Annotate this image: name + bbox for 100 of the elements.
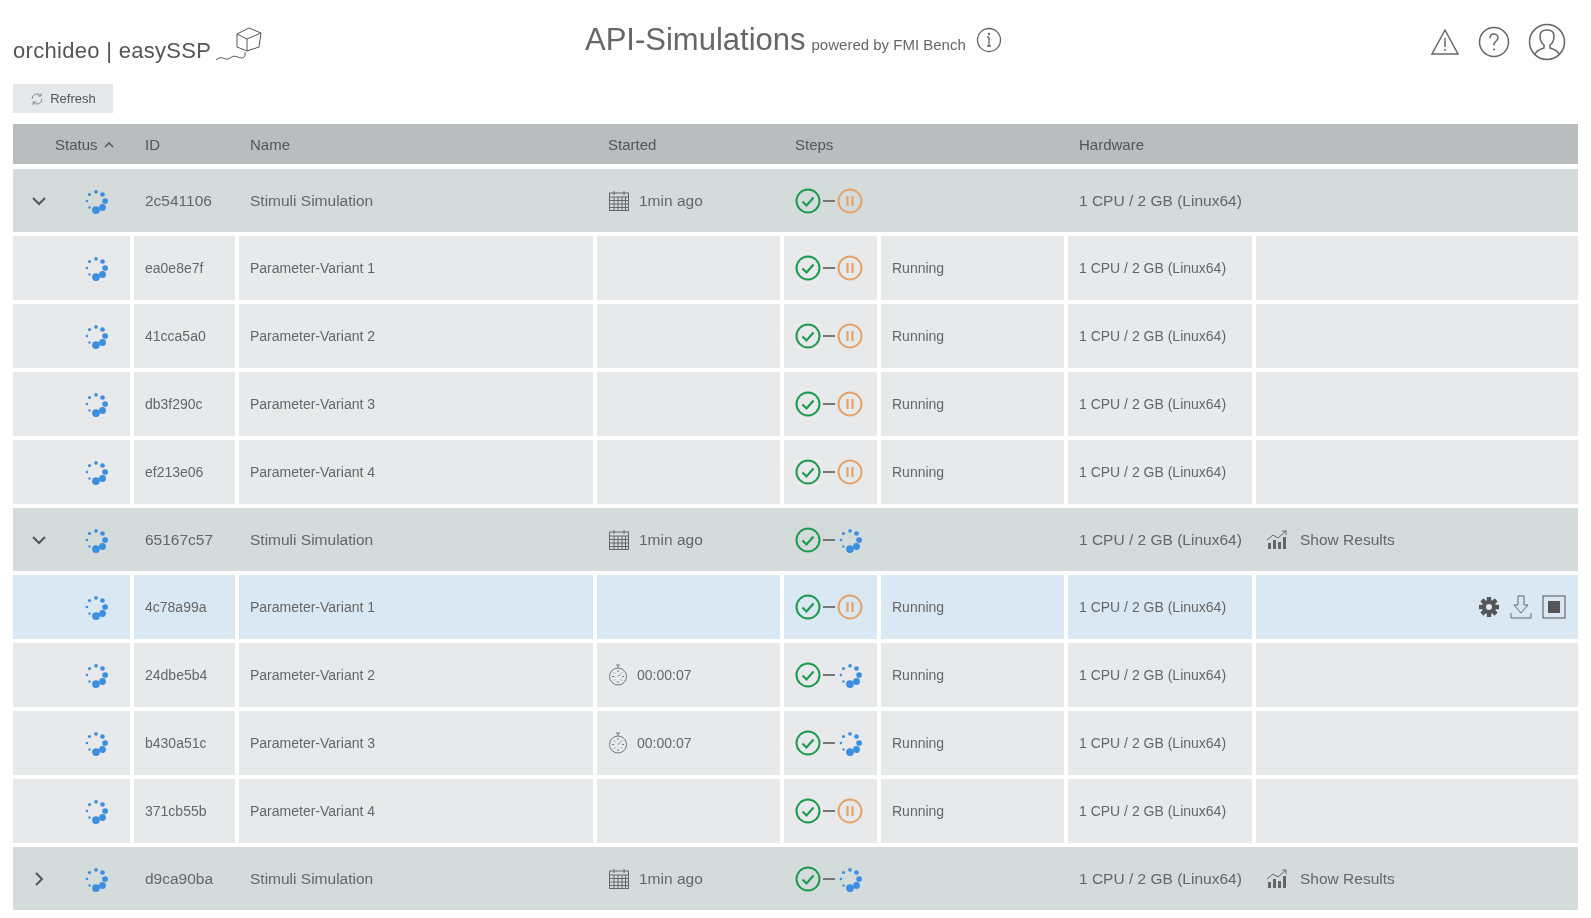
hardware-text: 1 CPU / 2 GB (Linux64) <box>1079 599 1227 615</box>
page-subtitle: powered by FMI Bench <box>811 36 966 53</box>
state-text: Running <box>892 328 945 344</box>
variant-id: 24dbe5b4 <box>145 667 208 683</box>
variant-name: Parameter-Variant 2 <box>250 667 375 683</box>
spinner-icon <box>83 526 109 553</box>
column-header[interactable]: Started <box>608 135 657 153</box>
column-header[interactable]: Name <box>250 135 290 153</box>
pause-circle-icon <box>837 594 863 620</box>
show-results-link[interactable]: Show Results <box>1266 529 1395 550</box>
check-circle-icon <box>795 323 821 349</box>
variant-name: Parameter-Variant 2 <box>250 328 375 344</box>
state-text: Running <box>892 735 945 751</box>
variant-id: ef213e06 <box>145 464 204 480</box>
refresh-button[interactable]: Refresh <box>13 84 113 113</box>
variant-name: Parameter-Variant 3 <box>250 396 375 412</box>
spinner-icon <box>83 594 109 620</box>
spinner-icon <box>83 662 109 688</box>
pause-circle-icon <box>837 187 863 214</box>
user-icon[interactable] <box>1528 23 1566 61</box>
stopwatch-icon <box>608 732 628 754</box>
check-circle-icon <box>795 594 821 620</box>
spinner-icon <box>83 391 109 417</box>
started-time: 1min ago <box>639 869 703 888</box>
calendar-icon <box>608 528 630 551</box>
hardware-text: 1 CPU / 2 GB (Linux64) <box>1079 464 1227 480</box>
variant-id: 371cb55b <box>145 803 207 819</box>
check-circle-icon <box>795 255 821 281</box>
elapsed-time: 00:00:07 <box>637 667 692 683</box>
state-text: Running <box>892 396 945 412</box>
warning-icon[interactable] <box>1430 28 1460 56</box>
pause-circle-icon <box>837 391 863 417</box>
state-text: Running <box>892 667 945 683</box>
hardware-text: 1 CPU / 2 GB (Linux64) <box>1079 667 1227 683</box>
spinner-icon <box>83 865 109 892</box>
state-text: Running <box>892 803 945 819</box>
stopwatch-icon <box>608 664 628 686</box>
started-time: 1min ago <box>639 191 703 210</box>
variant-id: b430a51c <box>145 735 207 751</box>
state-text: Running <box>892 599 945 615</box>
check-circle-icon <box>795 798 821 824</box>
spinner-icon <box>83 323 109 349</box>
hardware-text: 1 CPU / 2 GB (Linux64) <box>1079 803 1227 819</box>
download-icon[interactable] <box>1509 594 1533 620</box>
hardware-text: 1 CPU / 2 GB (Linux64) <box>1079 396 1227 412</box>
hardware-text: 1 CPU / 2 GB (Linux64) <box>1079 260 1227 276</box>
hardware-text: 1 CPU / 2 GB (Linux64) <box>1079 530 1242 549</box>
state-text: Running <box>892 464 945 480</box>
pause-circle-icon <box>837 459 863 485</box>
calendar-icon <box>608 189 630 212</box>
spinner-icon <box>83 459 109 485</box>
variant-name: Parameter-Variant 3 <box>250 735 375 751</box>
group-row[interactable]: d9ca90ba Stimuli Simulation 1min ago 1 CPU / 2 GB (Linux64) Show Results <box>13 847 1578 910</box>
simulation-name: Stimuli Simulation <box>250 191 374 210</box>
variant-id: 41cca5a0 <box>145 328 206 344</box>
help-icon[interactable] <box>1478 26 1510 58</box>
stop-icon[interactable] <box>1542 595 1566 619</box>
spinner-icon <box>837 526 863 553</box>
simulation-id: 65167c57 <box>145 530 214 549</box>
variant-id: db3f290c <box>145 396 203 412</box>
column-header[interactable]: Steps <box>795 135 834 153</box>
variant-name: Parameter-Variant 1 <box>250 260 375 276</box>
pause-circle-icon <box>837 255 863 281</box>
variant-name: Parameter-Variant 4 <box>250 464 375 480</box>
page-title: API-Simulations <box>585 22 806 58</box>
group-row[interactable]: 65167c57 Stimuli Simulation 1min ago 1 CPU / 2 GB (Linux64) Show Results <box>13 508 1578 571</box>
check-circle-icon <box>795 391 821 417</box>
variant-name: Parameter-Variant 1 <box>250 599 375 615</box>
check-circle-icon <box>795 526 821 553</box>
refresh-icon <box>30 91 45 106</box>
calendar-icon <box>608 867 630 890</box>
check-circle-icon <box>795 865 821 892</box>
spinner-icon <box>83 730 109 756</box>
hardware-text: 1 CPU / 2 GB (Linux64) <box>1079 328 1227 344</box>
check-circle-icon <box>795 662 821 688</box>
hardware-text: 1 CPU / 2 GB (Linux64) <box>1079 869 1242 888</box>
spinner-icon <box>837 662 863 688</box>
info-icon[interactable] <box>975 27 1002 53</box>
variant-id: ea0e8e7f <box>145 260 204 276</box>
column-header[interactable]: ID <box>145 135 160 153</box>
group-row[interactable]: 2c541106 Stimuli Simulation 1min ago 1 CPU / 2 GB (Linux64) <box>13 169 1578 232</box>
bar-chart-icon <box>1266 529 1288 550</box>
show-results-link[interactable]: Show Results <box>1266 868 1395 889</box>
elapsed-time: 00:00:07 <box>637 735 692 751</box>
simulation-name: Stimuli Simulation <box>250 530 374 549</box>
check-circle-icon <box>795 187 821 214</box>
sort-up-icon[interactable] <box>103 140 114 148</box>
check-circle-icon <box>795 459 821 485</box>
simulation-id: 2c541106 <box>145 191 212 210</box>
pause-circle-icon <box>837 323 863 349</box>
column-header[interactable]: Hardware <box>1079 135 1145 153</box>
simulation-id: d9ca90ba <box>145 869 214 888</box>
settings-icon[interactable] <box>1478 596 1500 618</box>
column-header[interactable]: Status <box>55 135 98 153</box>
spinner-icon <box>83 187 109 214</box>
state-text: Running <box>892 260 945 276</box>
spinner-icon <box>837 730 863 756</box>
variant-id: 4c78a99a <box>145 599 207 615</box>
variant-name: Parameter-Variant 4 <box>250 803 375 819</box>
started-time: 1min ago <box>639 530 703 549</box>
